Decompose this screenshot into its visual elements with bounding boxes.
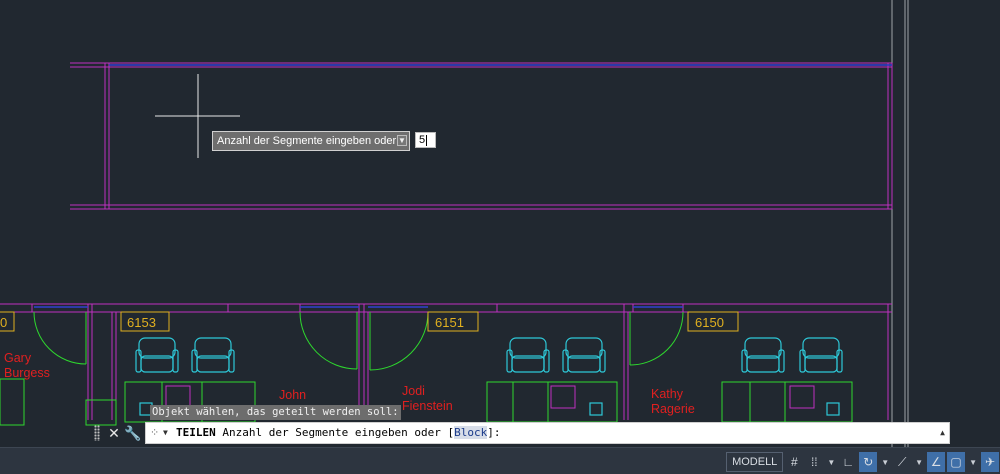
recent-commands-icon[interactable]: ⁘ [150,423,159,443]
wrench-icon[interactable]: 🔧 [124,423,141,443]
command-line-input[interactable]: ⁘ ▼ TEILEN Anzahl der Segmente eingeben … [145,422,950,444]
corridor-outline [70,62,893,210]
grid-icon[interactable]: # [785,452,803,472]
occupant-name: Fienstein [402,399,453,413]
occupant-name: Ragerie [651,402,695,416]
dynamic-input-prompt: Anzahl der Segmente eingeben oder ▼ [212,131,410,151]
occupant-name: Jodi [402,384,425,398]
object-snap-icon[interactable]: ▢ [947,452,966,472]
dropdown-arrow-icon[interactable]: ▼ [397,135,407,146]
snap-icon[interactable]: ⁞⁞ [805,452,823,472]
occupant-name: Kathy [651,387,684,401]
segment-count-value: 5 [419,134,426,146]
command-line-bar: ✕ 🔧 ⁘ ▼ TEILEN Anzahl der Segmente einge… [94,421,950,445]
chevron-up-icon[interactable]: ▲ [940,423,945,443]
chairs [135,337,843,416]
polar-tracking-icon[interactable]: ↻ [859,452,878,472]
dynamic-input-prompt-text: Anzahl der Segmente eingeben oder [217,135,397,147]
status-bar: MODELL # ⁞⁞ ▼ ∟ ↻ ▼ ⟋ ▼ ∠ ▢ ▼ ✈ [0,447,1000,474]
isodraft-icon[interactable]: ⟋ [893,452,911,472]
command-line-text: TEILEN Anzahl der Segmente eingeben oder… [176,423,501,443]
room-tags [0,311,739,332]
chevron-down-icon[interactable]: ▼ [881,458,889,467]
occupant-name: Gary [4,351,32,365]
occupant-name: Burgess [4,366,50,380]
ortho-icon[interactable]: ∟ [839,452,857,472]
command-suffix: ]: [487,426,501,439]
occupant-name: John [279,388,306,402]
command-history-line: Objekt wählen, das geteilt werden soll: [150,405,401,420]
annotation-scale-icon[interactable]: ✈ [981,452,999,472]
text-caret [426,134,428,146]
grip-handle-icon[interactable] [94,425,100,441]
drawing-canvas[interactable]: 0 6153 6151 6150 Gary Burgess John Jodi … [0,0,1000,473]
room-tag-6151: 6151 [435,315,464,330]
close-icon[interactable]: ✕ [106,423,122,443]
object-snap-tracking-icon[interactable]: ∠ [927,452,946,472]
command-option-block[interactable]: Block [454,426,488,439]
room-tag-6150: 6150 [695,315,724,330]
status-bar-tools: MODELL # ⁞⁞ ▼ ∟ ↻ ▼ ⟋ ▼ ∠ ▢ ▼ ✈ [725,451,1000,473]
command-prompt: Anzahl der Segmente eingeben oder [ [222,426,455,439]
command-name: TEILEN [176,426,216,439]
room-tag-partial: 0 [0,315,7,330]
chevron-down-icon[interactable]: ▼ [163,423,168,443]
drawing-border [891,0,909,473]
chevron-down-icon[interactable]: ▼ [969,458,977,467]
chevron-down-icon[interactable]: ▼ [915,458,923,467]
model-space-button[interactable]: MODELL [726,452,784,472]
room-tag-6153: 6153 [127,315,156,330]
segment-count-input[interactable]: 5 [415,132,436,148]
chevron-down-icon[interactable]: ▼ [827,458,835,467]
